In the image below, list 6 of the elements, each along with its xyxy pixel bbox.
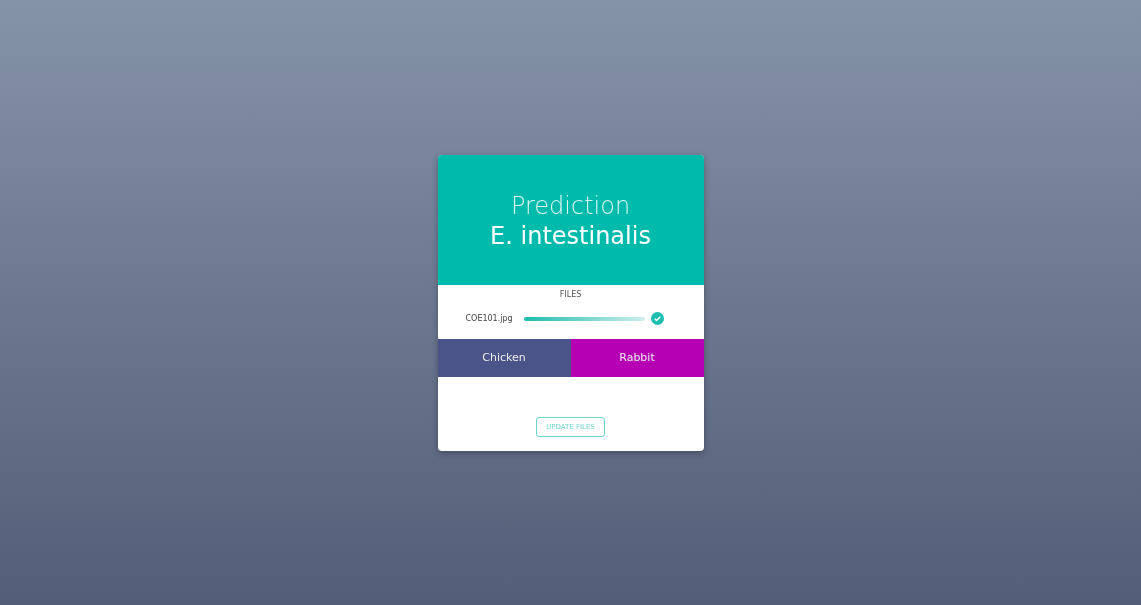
files-heading: FILES	[559, 289, 582, 299]
prediction-label: Prediction	[510, 190, 631, 221]
prediction-value: E. intestinalis	[490, 220, 651, 251]
file-name: COE101.jpg	[465, 314, 514, 323]
option-tab[interactable]: Chicken	[437, 338, 571, 377]
option-tab[interactable]: Rabbit	[570, 338, 704, 377]
